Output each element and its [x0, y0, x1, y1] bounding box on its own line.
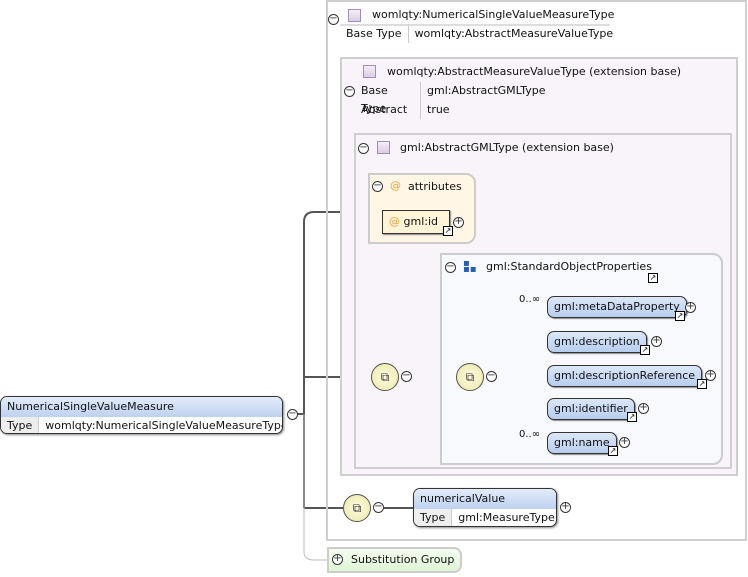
attribute-gml-id[interactable]: @ gml:id: [382, 210, 450, 234]
element-name[interactable]: gml:name: [547, 432, 617, 454]
occurs-label: 0..∞: [519, 294, 541, 305]
occurs-label: 0..∞: [519, 429, 541, 440]
expand-icon[interactable]: +: [332, 554, 343, 565]
collapse-icon[interactable]: −: [373, 502, 384, 513]
sequence-icon[interactable]: ⧉: [456, 363, 484, 391]
collapse-icon[interactable]: −: [287, 409, 298, 420]
attributes-label: attributes: [408, 180, 462, 193]
base-type-row: Base Type womlqty:AbstractMeasureValueTyp…: [340, 25, 619, 43]
attribute-icon: @: [389, 215, 400, 228]
numericalvalue-name: numericalValue: [414, 489, 556, 509]
element-descriptionreference[interactable]: gml:descriptionReference: [547, 365, 703, 387]
link-icon[interactable]: ↗: [627, 412, 637, 422]
expand-icon[interactable]: +: [453, 217, 464, 228]
collapse-icon[interactable]: −: [372, 181, 383, 192]
collapse-icon[interactable]: −: [445, 262, 456, 273]
link-icon[interactable]: ↗: [648, 273, 658, 283]
collapse-icon[interactable]: −: [328, 14, 339, 25]
collapse-icon[interactable]: −: [401, 371, 412, 382]
expand-icon[interactable]: +: [685, 302, 696, 313]
base-type-label: Base Type: [340, 25, 409, 43]
attribute-name: gml:id: [403, 215, 439, 228]
group-name: gml:StandardObjectProperties: [486, 260, 652, 273]
link-icon[interactable]: ↗: [640, 345, 650, 355]
type-value: womlqty:NumericalSingleValueMeasureType: [45, 419, 283, 432]
type-label: Type: [414, 509, 453, 526]
substitution-group[interactable]: Substitution Group: [327, 547, 462, 573]
extension1-name: womlqty:AbstractMeasureValueType (extens…: [387, 65, 682, 78]
type-value: gml:MeasureType: [458, 511, 555, 524]
expand-icon[interactable]: +: [651, 336, 662, 347]
link-icon[interactable]: ↗: [697, 379, 707, 389]
abstract-value: true: [427, 103, 450, 116]
expand-icon[interactable]: +: [705, 370, 716, 381]
abstract-label: Abstract: [355, 101, 421, 119]
root-element[interactable]: NumericalSingleValueMeasure Type womlqty:…: [0, 396, 283, 434]
attribute-icon: @: [390, 179, 401, 192]
expand-icon[interactable]: +: [619, 437, 630, 448]
element-identifier[interactable]: gml:identifier: [547, 398, 635, 420]
collapse-icon[interactable]: −: [358, 143, 369, 154]
complex-type-icon: [363, 65, 376, 78]
substitution-group-label: Substitution Group: [351, 553, 455, 566]
expand-icon[interactable]: +: [560, 502, 571, 513]
link-icon[interactable]: ↗: [608, 446, 618, 456]
type-label: Type: [1, 417, 40, 433]
root-element-name: NumericalSingleValueMeasure: [1, 397, 282, 417]
element-description[interactable]: gml:description: [547, 331, 647, 353]
element-numericalvalue[interactable]: numericalValue Type gml:MeasureType: [413, 488, 557, 527]
complex-type-name: womlqty:NumericalSingleValueMeasureType: [372, 8, 615, 21]
element-metadataproperty[interactable]: gml:metaDataProperty: [547, 296, 687, 318]
sequence-icon[interactable]: ⧉: [371, 363, 399, 391]
link-icon[interactable]: ↗: [675, 311, 685, 321]
complex-type-icon: [377, 141, 390, 154]
group-icon: ▪ ▪▪: [463, 258, 477, 275]
abstract-row: Abstract true: [355, 101, 456, 119]
expand-icon[interactable]: +: [638, 403, 649, 414]
collapse-icon[interactable]: −: [486, 371, 497, 382]
extension2-name: gml:AbstractGMLType (extension base): [400, 141, 614, 154]
link-icon[interactable]: ↗: [443, 226, 453, 236]
sequence-icon[interactable]: ⧉: [343, 494, 371, 522]
collapse-icon[interactable]: −: [344, 86, 355, 97]
base-type-value: womlqty:AbstractMeasureValueType: [414, 27, 614, 40]
complex-type-icon: [348, 9, 361, 22]
